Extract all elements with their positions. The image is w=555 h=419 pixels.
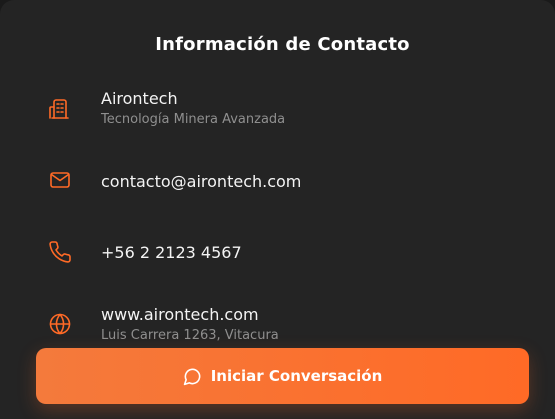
company-name: Airontech [101,89,178,108]
card-title: Información de Contacto [155,34,410,55]
website-link[interactable]: www.airontech.com [101,305,259,324]
company-tagline: Tecnología Minera Avanzada [101,112,286,127]
phone-link[interactable]: +56 2 2123 4567 [101,243,242,262]
chat-bubble-icon [183,367,202,386]
start-conversation-button[interactable]: Iniciar Conversación [36,348,529,404]
building-icon [48,97,72,121]
globe-icon [48,312,72,336]
mail-icon [48,168,72,192]
email-link[interactable]: contacto@airontech.com [101,172,301,191]
address-text: Luis Carrera 1263, Vitacura [101,328,279,343]
start-conversation-label: Iniciar Conversación [210,367,383,385]
phone-icon [48,240,72,264]
contact-card: Información de Contacto Airontech Tecnol… [0,0,555,419]
